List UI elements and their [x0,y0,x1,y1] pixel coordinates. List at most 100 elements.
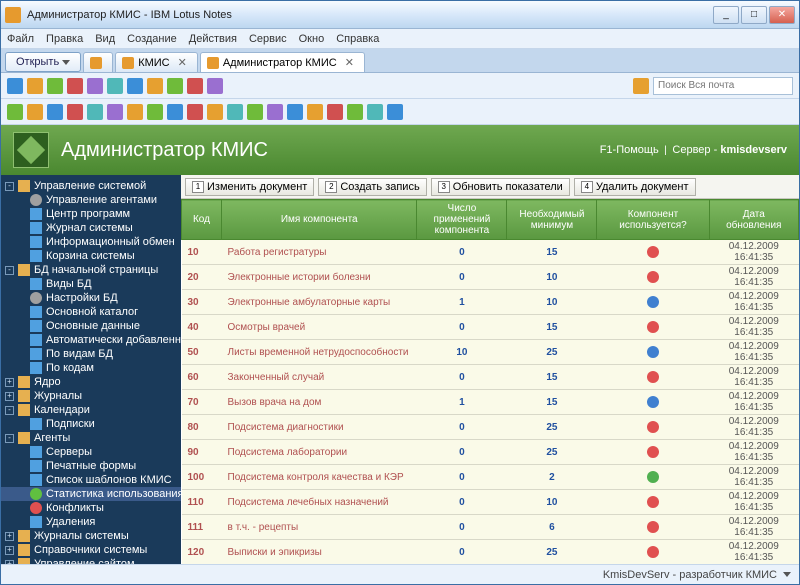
tree-item[interactable]: Статистика использования [1,487,181,501]
action-button[interactable]: 4Удалить документ [574,178,696,196]
tb-icon[interactable] [147,104,163,120]
expand-icon[interactable]: - [5,266,14,275]
table-row[interactable]: 50Листы временной нетрудоспособности1025… [182,340,799,365]
tb-icon[interactable] [167,78,183,94]
tb-icon[interactable] [247,104,263,120]
help-label[interactable]: F1-Помощь [600,144,659,156]
tb-icon[interactable] [47,78,63,94]
tree-item[interactable]: Центр программ [1,207,181,221]
table-wrap[interactable]: КодИмя компонентаЧисло применений компон… [181,199,799,564]
tree-item[interactable]: +Ядро [1,375,181,389]
table-row[interactable]: 100Подсистема контроля качества и КЭР020… [182,465,799,490]
expand-icon[interactable]: + [5,546,14,555]
table-row[interactable]: 10Работа регистратуры01504.12.2009 16:41… [182,240,799,265]
tree-item[interactable]: +Справочники системы [1,543,181,557]
menu-item[interactable]: Создание [127,33,177,45]
tree-item[interactable]: -Агенты [1,431,181,445]
column-header[interactable]: Имя компонента [222,200,417,240]
tb-icon[interactable] [307,104,323,120]
tb-icon[interactable] [107,104,123,120]
column-header[interactable]: Компонент используется? [597,200,709,240]
tb-icon[interactable] [387,104,403,120]
tree-item[interactable]: -Управление системой [1,179,181,193]
tb-icon[interactable] [227,104,243,120]
tb-icon[interactable] [87,104,103,120]
tb-icon[interactable] [207,104,223,120]
expand-icon[interactable]: - [5,434,14,443]
tree-item[interactable]: Корзина системы [1,249,181,263]
maximize-button[interactable]: □ [741,6,767,24]
action-button[interactable]: 2Создать запись [318,178,426,196]
tb-icon[interactable] [187,104,203,120]
expand-icon[interactable]: + [5,392,14,401]
tb-icon[interactable] [147,78,163,94]
tab[interactable]: Администратор КМИС✕ [200,52,365,72]
table-row[interactable]: 70Вызов врача на дом11504.12.2009 16:41:… [182,390,799,415]
menu-item[interactable]: Действия [189,33,237,45]
close-icon[interactable]: ✕ [345,56,354,69]
expand-icon[interactable]: + [5,378,14,387]
table-row[interactable]: 80Подсистема диагностики02504.12.2009 16… [182,415,799,440]
menu-item[interactable]: Файл [7,33,34,45]
menu-item[interactable]: Правка [46,33,83,45]
tree-item[interactable]: Виды БД [1,277,181,291]
tree-item[interactable]: Журнал системы [1,221,181,235]
table-row[interactable]: 20Электронные истории болезни01004.12.20… [182,265,799,290]
menu-item[interactable]: Сервис [249,33,287,45]
tb-icon[interactable] [67,78,83,94]
tree-item[interactable]: По кодам [1,361,181,375]
action-button[interactable]: 1Изменить документ [185,178,314,196]
tb-icon[interactable] [367,104,383,120]
tb-icon[interactable] [7,104,23,120]
tree-item[interactable]: +Журналы системы [1,529,181,543]
expand-icon[interactable]: - [5,406,14,415]
table-row[interactable]: 90Подсистема лаборатории02504.12.2009 16… [182,440,799,465]
home-tab[interactable] [83,52,113,72]
tb-icon[interactable] [187,78,203,94]
table-row[interactable]: 110Подсистема лечебных назначений01004.1… [182,490,799,515]
tb-icon[interactable] [47,104,63,120]
column-header[interactable]: Дата обновления [709,200,798,240]
tb-icon[interactable] [127,78,143,94]
tb-icon[interactable] [27,104,43,120]
tb-icon[interactable] [167,104,183,120]
tb-icon[interactable] [87,78,103,94]
tb-icon[interactable] [287,104,303,120]
tree-item[interactable]: Серверы [1,445,181,459]
tb-icon[interactable] [267,104,283,120]
tree-item[interactable]: -Календари [1,403,181,417]
table-row[interactable]: 30Электронные амбулаторные карты11004.12… [182,290,799,315]
tree-item[interactable]: Список шаблонов КМИС [1,473,181,487]
expand-icon[interactable]: - [5,182,14,191]
tab[interactable]: КМИС✕ [115,52,198,72]
table-row[interactable]: 60Законченный случай01504.12.2009 16:41:… [182,365,799,390]
tb-icon[interactable] [67,104,83,120]
tree-item[interactable]: Основной каталог [1,305,181,319]
search-icon[interactable] [633,78,649,94]
tree-item[interactable]: Удаления [1,515,181,529]
tb-icon[interactable] [127,104,143,120]
column-header[interactable]: Число применений компонента [417,200,507,240]
tree-item[interactable]: Печатные формы [1,459,181,473]
tb-icon[interactable] [27,78,43,94]
minimize-button[interactable]: _ [713,6,739,24]
tree-item[interactable]: -БД начальной страницы [1,263,181,277]
menu-item[interactable]: Справка [336,33,379,45]
tree-item[interactable]: Автоматически добавленн [1,333,181,347]
tree-item[interactable]: Информационный обмен [1,235,181,249]
tb-icon[interactable] [327,104,343,120]
tb-icon[interactable] [7,78,23,94]
menu-item[interactable]: Вид [95,33,115,45]
tree-item[interactable]: Управление агентами [1,193,181,207]
action-button[interactable]: 3Обновить показатели [431,178,570,196]
close-button[interactable]: ✕ [769,6,795,24]
tree-item[interactable]: Подписки [1,417,181,431]
table-row[interactable]: 111 в т.ч. - рецепты0604.12.2009 16:41:3… [182,515,799,540]
tree-item[interactable]: +Журналы [1,389,181,403]
tree-item[interactable]: Конфликты [1,501,181,515]
tree-item[interactable]: По видам БД [1,347,181,361]
table-row[interactable]: 120Выписки и эпикризы02504.12.2009 16:41… [182,540,799,565]
tree-item[interactable]: Основные данные [1,319,181,333]
tb-icon[interactable] [107,78,123,94]
chevron-down-icon[interactable] [783,572,791,577]
